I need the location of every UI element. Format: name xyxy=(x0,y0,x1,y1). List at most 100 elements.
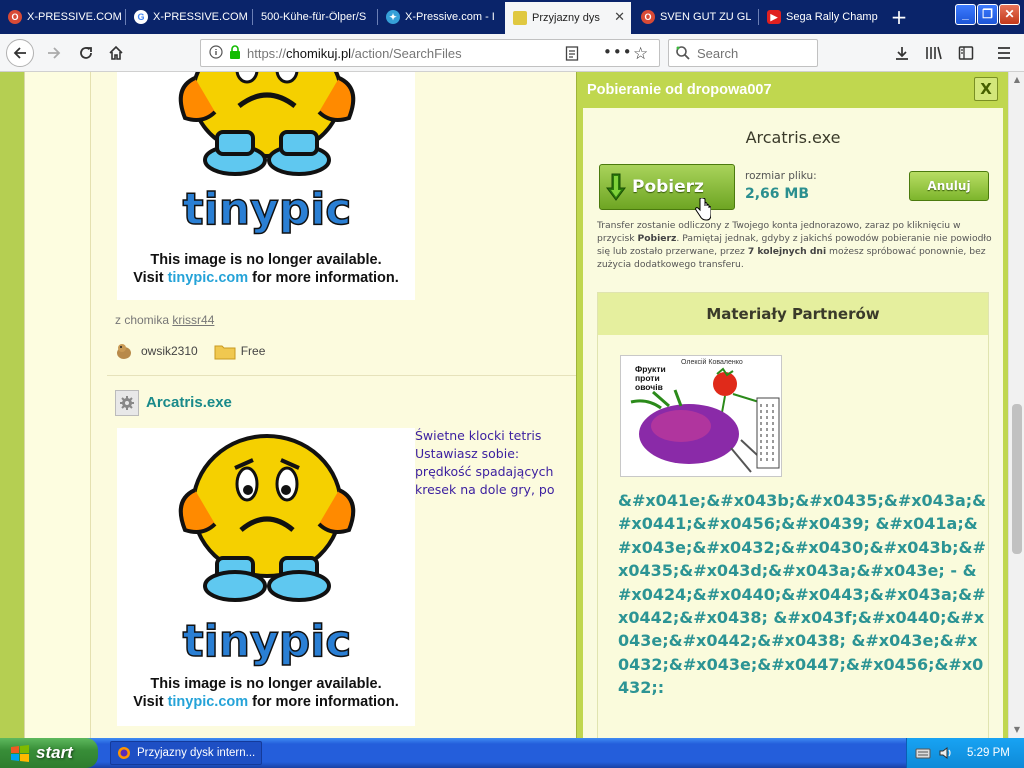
system-tray: 5:29 PM xyxy=(906,738,1024,768)
svg-text:tinypic: tinypic xyxy=(183,184,352,235)
file-title-link[interactable]: Arcatris.exe xyxy=(146,394,232,411)
windows-logo-icon xyxy=(11,745,29,762)
download-button-label: Pobierz xyxy=(632,177,704,197)
url-bar[interactable]: https://chomikuj.pl/action/SearchFiles •… xyxy=(200,39,660,67)
browser-tab[interactable]: ▶ Sega Rally Champ xyxy=(759,3,883,31)
tinypic-visit-line: Visit tinypic.com for more information. xyxy=(133,270,399,286)
navigation-toolbar: https://chomikuj.pl/action/SearchFiles •… xyxy=(0,34,1024,72)
beet-and-tomato-illustration xyxy=(630,367,780,473)
tinypic-link[interactable]: tinypic.com xyxy=(168,694,249,710)
back-arrow-icon xyxy=(13,47,26,59)
file-size-label: rozmiar pliku: xyxy=(745,170,817,182)
search-icon xyxy=(676,46,690,60)
sidebar-button[interactable] xyxy=(952,39,980,67)
sad-face-image: tinypic xyxy=(178,72,356,236)
url-text[interactable]: https://chomikuj.pl/action/SearchFiles xyxy=(247,46,462,61)
taskbar-window-button[interactable]: Przyjazny dysk intern... xyxy=(110,741,262,765)
bookmark-star-icon[interactable]: ☆ xyxy=(633,44,648,64)
browser-tab-strip: O X-PRESSIVE.COM G X-PRESSIVE.COM 500-Kü… xyxy=(0,0,1024,34)
dialog-close-button[interactable]: X xyxy=(974,77,998,101)
hamburger-menu-icon xyxy=(998,47,1010,59)
minimize-button[interactable]: _ xyxy=(955,4,976,25)
firefox-icon xyxy=(118,747,130,759)
start-button[interactable]: start xyxy=(0,738,98,768)
reload-icon xyxy=(80,47,92,59)
sidebar-icon xyxy=(958,46,974,60)
library-button[interactable] xyxy=(920,39,948,67)
chomikuj-icon xyxy=(513,11,527,25)
reader-view-icon[interactable] xyxy=(565,46,579,64)
owner-row: owsik2310 Free xyxy=(115,342,265,360)
forward-arrow-icon xyxy=(48,47,61,59)
home-icon xyxy=(109,45,123,60)
library-icon xyxy=(926,46,942,60)
browser-tab[interactable]: O X-PRESSIVE.COM xyxy=(0,3,123,31)
from-user-link[interactable]: krissr44 xyxy=(172,313,214,327)
scroll-down-arrow-icon[interactable]: ▼ xyxy=(1009,722,1024,738)
dialog-filename: Arcatris.exe xyxy=(745,128,841,147)
exe-file-icon xyxy=(115,390,139,416)
start-label: start xyxy=(36,743,73,762)
tinypic-visit-line: Visit tinypic.com for more information. xyxy=(133,694,399,710)
dialog-body: Arcatris.exe Pobierz rozmiar pliku: 2,66… xyxy=(583,108,1003,738)
window-close-button[interactable]: ✕ xyxy=(999,4,1020,25)
from-user-line: z chomika krissr44 xyxy=(115,313,215,327)
home-button[interactable] xyxy=(102,39,130,67)
restore-button[interactable]: ❐ xyxy=(977,4,998,25)
page-actions-icon[interactable]: ••• xyxy=(603,43,633,61)
download-button[interactable]: Pobierz xyxy=(599,164,735,210)
lock-icon xyxy=(229,44,241,62)
partner-materials-box: Materiały Partnerów Олексій Коваленко Фр… xyxy=(597,292,989,738)
back-button[interactable] xyxy=(6,39,34,67)
transfer-info-text: Transfer zostanie odliczony z Twojego ko… xyxy=(597,220,992,270)
browser-tab[interactable]: ✦ X-Pressive.com - I xyxy=(378,3,502,31)
sad-face-image: tinypic xyxy=(178,434,356,668)
folder-icon xyxy=(214,345,236,360)
tinypic-message: This image is no longer available. xyxy=(150,676,382,692)
owner-name[interactable]: owsik2310 xyxy=(141,344,198,358)
downloads-button[interactable] xyxy=(888,39,916,67)
dialog-title: Pobieranie od dropowa007 xyxy=(587,82,772,98)
browser-tab-active[interactable]: Przyjazny dys ✕ xyxy=(505,2,631,34)
partner-text-link[interactable]: &#x041e;&#x043b;&#x0435;&#x043a;&#x0441;… xyxy=(618,489,988,700)
file-size-value: 2,66 MB xyxy=(745,186,810,202)
browser-tab[interactable]: 500-Kühe-für-Ölper/S xyxy=(253,3,376,31)
scrollbar-thumb[interactable] xyxy=(1012,404,1022,554)
download-icon xyxy=(896,47,908,60)
cancel-button[interactable]: Anuluj xyxy=(909,171,989,201)
keyboard-icon[interactable] xyxy=(915,746,931,760)
folder-name[interactable]: Free xyxy=(241,344,266,358)
forward-button[interactable] xyxy=(40,39,68,67)
windows-taskbar: start Przyjazny dysk intern... 5:29 PM xyxy=(0,738,1024,768)
missing-image-placeholder: tinypic This image is no longer availabl… xyxy=(117,428,415,726)
book-cover-image[interactable]: Олексій Коваленко Фрукти проти овочів xyxy=(620,355,782,477)
hamster-avatar-icon[interactable] xyxy=(115,342,133,360)
tinypic-message: This image is no longer available. xyxy=(150,252,382,268)
new-tab-button[interactable]: + xyxy=(886,4,912,30)
browser-tab[interactable]: O SVEN GUT ZU GL xyxy=(633,3,757,31)
file-description: Świetne klocki tetris Ustawiasz sobie: p… xyxy=(415,428,555,497)
youtube-icon: ▶ xyxy=(767,10,781,24)
close-tab-icon[interactable]: ✕ xyxy=(614,9,625,25)
search-input[interactable] xyxy=(697,45,807,61)
speaker-icon[interactable] xyxy=(939,746,953,760)
taskbar-clock[interactable]: 5:29 PM xyxy=(967,747,1010,759)
google-icon: G xyxy=(134,10,148,24)
download-arrow-icon xyxy=(606,173,626,201)
tinypic-link[interactable]: tinypic.com xyxy=(168,270,249,286)
page-viewport: tinypic This image is no longer availabl… xyxy=(0,72,1008,738)
browser-tab[interactable]: G X-PRESSIVE.COM xyxy=(126,3,251,31)
partners-heading: Materiały Partnerów xyxy=(598,293,988,335)
search-bar[interactable] xyxy=(668,39,818,67)
missing-image-placeholder: tinypic This image is no longer availabl… xyxy=(117,72,415,300)
puzzle-icon: ✦ xyxy=(386,10,400,24)
reload-button[interactable] xyxy=(72,39,100,67)
scroll-up-arrow-icon[interactable]: ▲ xyxy=(1009,72,1024,88)
menu-button[interactable] xyxy=(990,39,1018,67)
info-icon[interactable] xyxy=(209,44,223,62)
opera-icon: O xyxy=(8,10,22,24)
file-list-panel: tinypic This image is no longer availabl… xyxy=(90,72,581,738)
download-dialog: Pobieranie od dropowa007 X Arcatris.exe … xyxy=(576,72,1008,738)
opera-icon: O xyxy=(641,10,655,24)
vertical-scrollbar[interactable]: ▲ ▼ xyxy=(1008,72,1024,738)
